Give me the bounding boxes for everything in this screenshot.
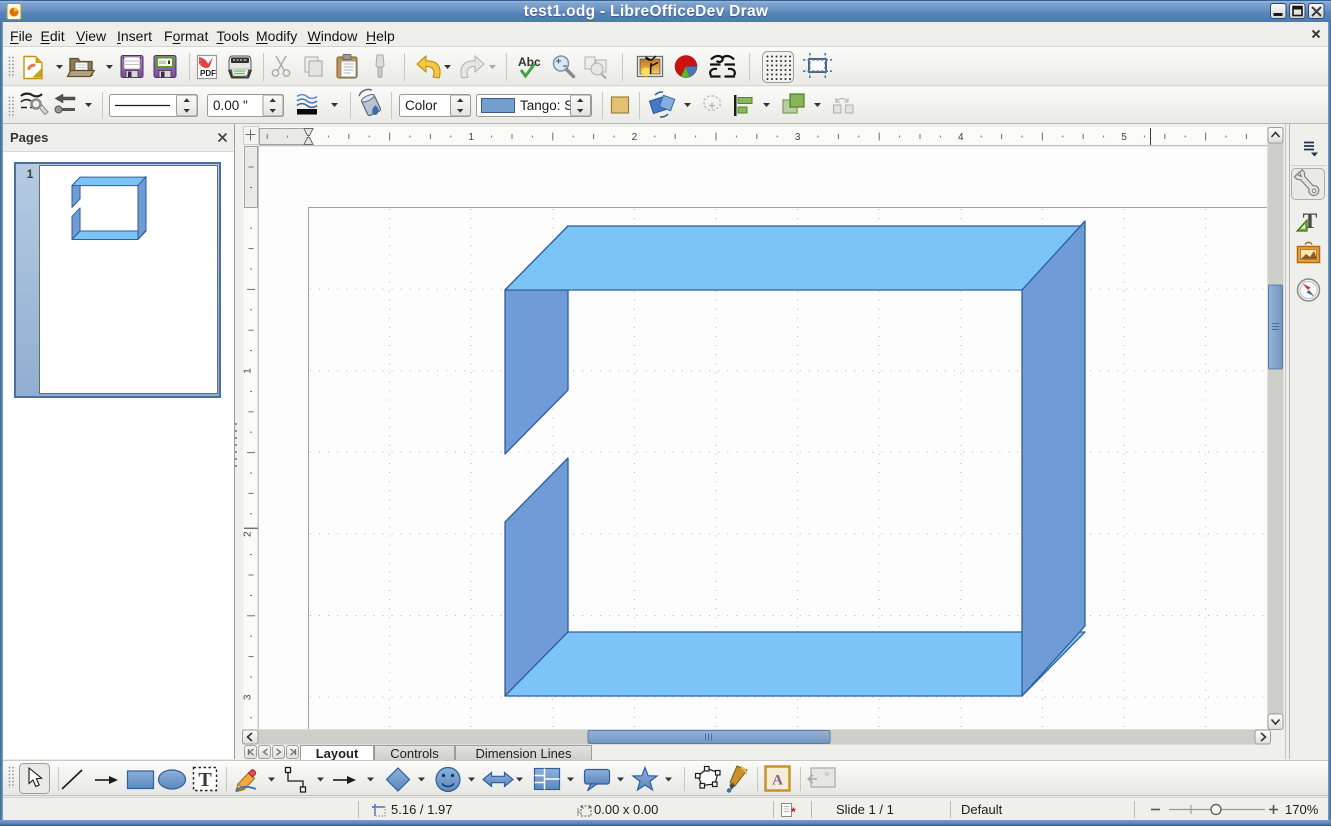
svg-text:A: A bbox=[772, 773, 783, 789]
svg-text:Tango: S: Tango: S bbox=[520, 98, 573, 113]
svg-text:4: 4 bbox=[958, 132, 964, 143]
svg-text:1: 1 bbox=[27, 167, 34, 181]
svg-text:PDF: PDF bbox=[200, 69, 216, 78]
svg-text:1: 1 bbox=[243, 368, 254, 374]
svg-text:3: 3 bbox=[795, 132, 801, 143]
svg-text:Abc: Abc bbox=[518, 55, 541, 69]
svg-text:2: 2 bbox=[632, 132, 638, 143]
svg-text:2: 2 bbox=[243, 531, 254, 537]
svg-text:T: T bbox=[198, 769, 212, 791]
svg-text:3: 3 bbox=[243, 694, 254, 700]
svg-text:*: * bbox=[791, 805, 796, 818]
svg-text:1: 1 bbox=[468, 132, 474, 143]
svg-text:0.00 ": 0.00 " bbox=[213, 98, 248, 113]
svg-text:Color: Color bbox=[405, 98, 438, 113]
svg-text:5: 5 bbox=[1121, 132, 1127, 143]
